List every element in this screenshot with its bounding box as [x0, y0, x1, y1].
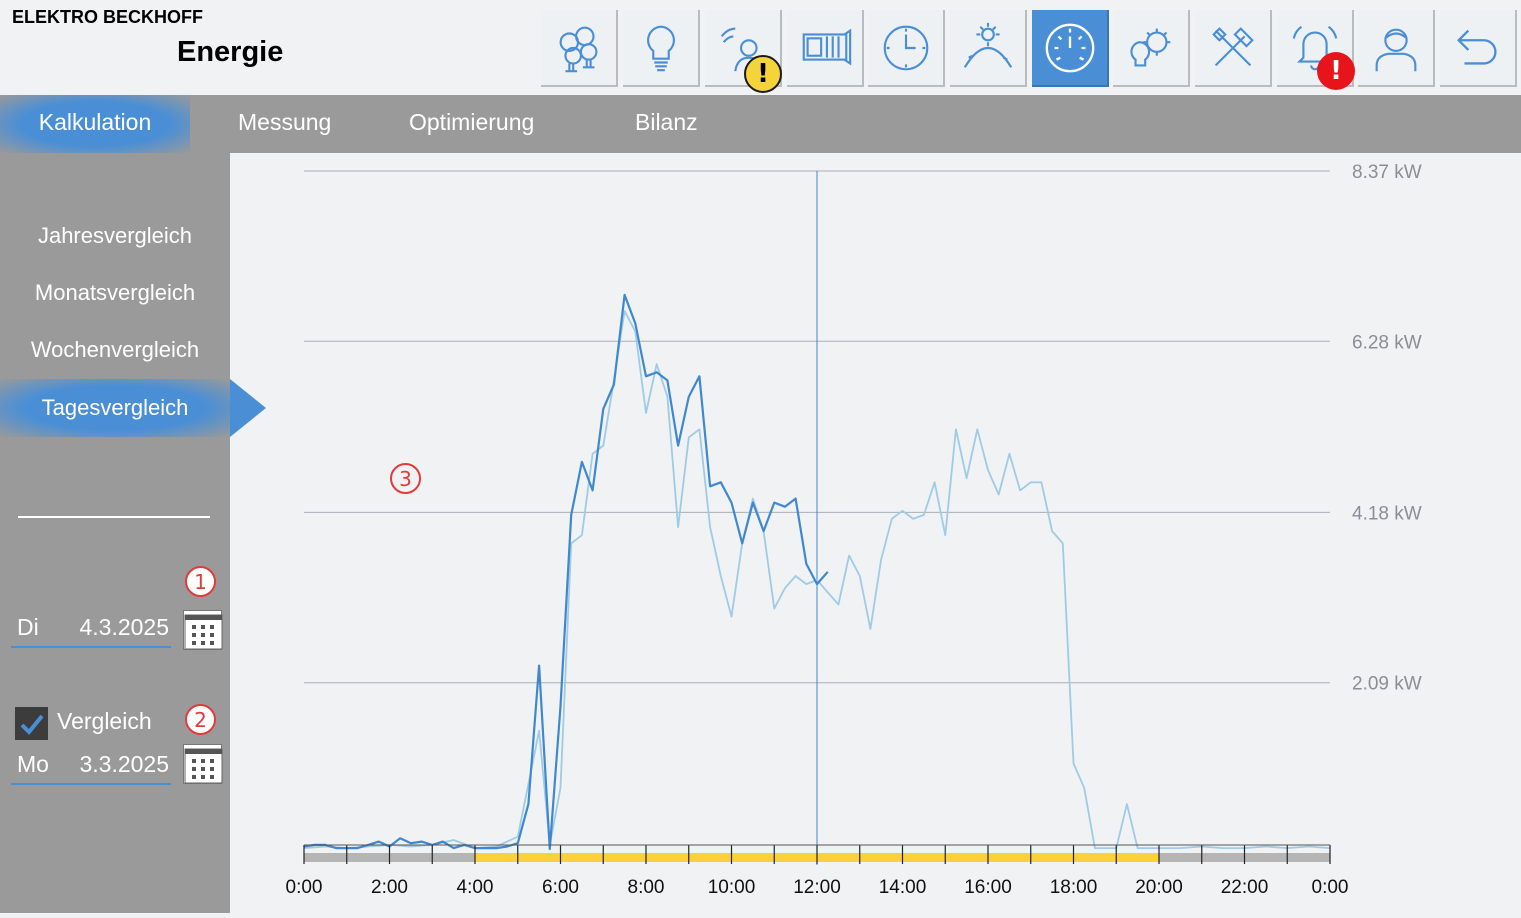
- compare-label: Vergleich: [57, 708, 152, 734]
- date-compare-dow: Mo: [17, 751, 49, 777]
- tab-optimierung[interactable]: Optimierung: [409, 95, 534, 153]
- user-button[interactable]: [1358, 10, 1435, 87]
- sidebar-item-wochenvergleich[interactable]: Wochenvergleich: [0, 337, 230, 363]
- compare-checkbox[interactable]: [15, 707, 48, 740]
- x-tick-label: 0:00: [1312, 877, 1349, 898]
- y-tick-label: 8.37 kW: [1352, 162, 1422, 183]
- top-bar: ELEKTRO BECKHOFF Energie ! !: [0, 0, 1521, 95]
- marker-2: 2: [185, 704, 216, 735]
- warning-badge: !: [744, 55, 782, 93]
- gear-bulb-icon: [1129, 28, 1170, 66]
- lighting-button[interactable]: [623, 10, 700, 87]
- sidebar: Jahresvergleich Monatsvergleich Wochenve…: [0, 153, 230, 913]
- x-tick-label: 10:00: [708, 877, 756, 898]
- calendar-button-primary[interactable]: [183, 610, 223, 650]
- x-tick-label: 4:00: [457, 877, 494, 898]
- timer-button[interactable]: [868, 10, 945, 87]
- bulb-icon: [646, 25, 675, 71]
- back-icon: [1456, 29, 1496, 65]
- x-tick-label: 18:00: [1050, 877, 1098, 898]
- date-primary-dow: Di: [17, 614, 39, 640]
- x-tick-label: 14:00: [879, 877, 927, 898]
- sidebar-item-tagesvergleich[interactable]: Tagesvergleich: [0, 379, 230, 437]
- chart-svg: 2.09 kW 4.18 kW 6.28 kW 8.37 kW 0:00 2:00 4:00…: [286, 162, 1422, 898]
- lighting-scenes-button[interactable]: [541, 10, 618, 87]
- date-compare-value: 3.3.2025: [79, 751, 169, 777]
- sidebar-item-monatsvergleich[interactable]: Monatsvergleich: [0, 280, 230, 306]
- gauge-icon: [1045, 23, 1094, 72]
- tab-bar: Kalkulation Messung Optimierung Bilanz: [0, 95, 1521, 153]
- calendar-icon: [184, 614, 223, 650]
- automation-button[interactable]: [1113, 10, 1190, 87]
- x-tick-label: 0:00: [286, 877, 323, 898]
- company-name: ELEKTRO BECKHOFF: [12, 7, 203, 27]
- sun-weather-icon: [963, 22, 1012, 68]
- x-tick-label: 16:00: [964, 877, 1012, 898]
- x-tick-label: 2:00: [371, 877, 408, 898]
- tab-bilanz[interactable]: Bilanz: [635, 95, 698, 153]
- alarms-button[interactable]: !: [1277, 10, 1355, 90]
- x-tick-label: 8:00: [628, 877, 665, 898]
- tab-messung[interactable]: Messung: [238, 95, 331, 153]
- sidebar-item-jahresvergleich[interactable]: Jahresvergleich: [0, 223, 230, 249]
- energy-button[interactable]: [1032, 10, 1109, 87]
- weather-button[interactable]: [950, 10, 1027, 87]
- calendar-button-compare[interactable]: [183, 744, 223, 784]
- tools-icon: [1211, 26, 1254, 66]
- series-line-today: [303, 293, 829, 850]
- page-title: Energie: [177, 36, 284, 68]
- tab-kalkulation[interactable]: Kalkulation: [0, 95, 190, 153]
- sidebar-divider: [18, 516, 210, 518]
- y-tick-label: 2.09 kW: [1352, 674, 1422, 695]
- date-primary-value: 4.3.2025: [79, 614, 169, 640]
- user-icon: [1375, 28, 1416, 71]
- marker-1: 1: [185, 566, 216, 597]
- y-tick-label: 6.28 kW: [1352, 332, 1422, 353]
- date-field-compare[interactable]: Mo 3.3.2025: [11, 745, 171, 785]
- y-tick-label: 4.18 kW: [1352, 503, 1422, 524]
- x-tick-label: 12:00: [793, 877, 841, 898]
- service-button[interactable]: [1195, 10, 1272, 87]
- clock-icon: [883, 25, 928, 70]
- blinds-icon: [802, 28, 851, 65]
- back-button[interactable]: [1440, 10, 1517, 87]
- marker-3: 3: [390, 463, 421, 494]
- presence-button[interactable]: !: [705, 10, 782, 93]
- blinds-button[interactable]: [787, 10, 864, 87]
- x-tick-label: 20:00: [1135, 877, 1183, 898]
- checkmark-icon: [20, 714, 44, 735]
- bulbs-icon: [559, 26, 597, 72]
- x-tick-label: 6:00: [542, 877, 579, 898]
- alarm-badge: !: [1317, 52, 1355, 90]
- date-field-primary[interactable]: Di 4.3.2025: [11, 608, 171, 648]
- x-tick-label: 22:00: [1221, 877, 1269, 898]
- calendar-icon: [184, 748, 223, 784]
- energy-chart[interactable]: 2.09 kW 4.18 kW 6.28 kW 8.37 kW 0:00 2:00 4:00…: [230, 153, 1521, 913]
